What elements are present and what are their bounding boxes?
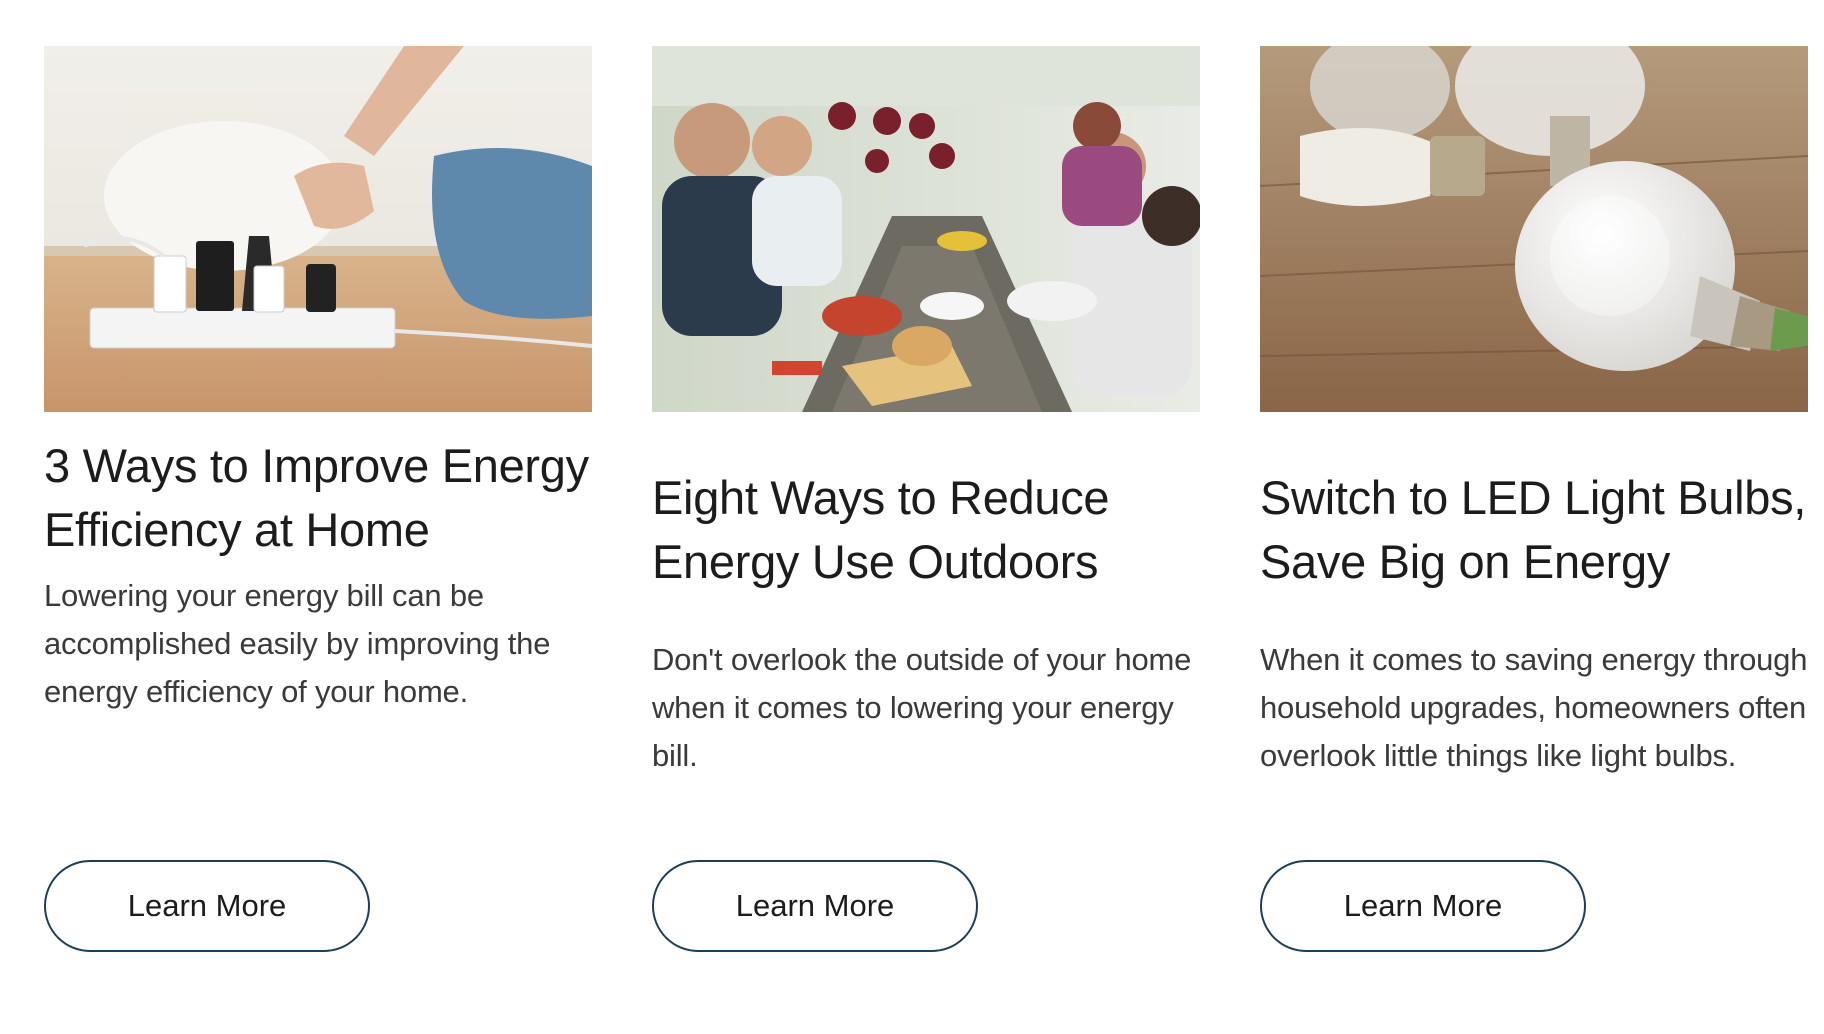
article-title[interactable]: 3 Ways to Improve Energy Efficiency at H… [44, 434, 592, 562]
article-description: Don't overlook the outside of your home … [652, 642, 1192, 773]
power-strip-image [44, 46, 592, 412]
outdoor-dinner-photo[interactable] [652, 46, 1200, 412]
article-description: When it comes to saving energy through h… [1260, 642, 1808, 773]
article-card-grid: 3 Ways to Improve Energy Efficiency at H… [0, 0, 1824, 1034]
outdoor-dinner-image [652, 46, 1200, 412]
light-bulbs-image [1260, 46, 1808, 412]
article-card: Eight Ways to Reduce Energy Use Outdoors… [652, 46, 1200, 966]
article-card: 3 Ways to Improve Energy Efficiency at H… [44, 46, 592, 966]
power-strip-photo[interactable] [44, 46, 592, 412]
article-card: Switch to LED Light Bulbs, Save Big on E… [1260, 46, 1808, 966]
article-description: Lowering your energy bill can be accompl… [44, 578, 551, 709]
article-title[interactable]: Eight Ways to Reduce Energy Use Outdoors [652, 466, 1200, 594]
learn-more-button[interactable]: Learn More [44, 860, 370, 952]
learn-more-button[interactable]: Learn More [652, 860, 978, 952]
article-title[interactable]: Switch to LED Light Bulbs, Save Big on E… [1260, 466, 1808, 594]
light-bulbs-photo[interactable] [1260, 46, 1808, 412]
learn-more-button[interactable]: Learn More [1260, 860, 1586, 952]
